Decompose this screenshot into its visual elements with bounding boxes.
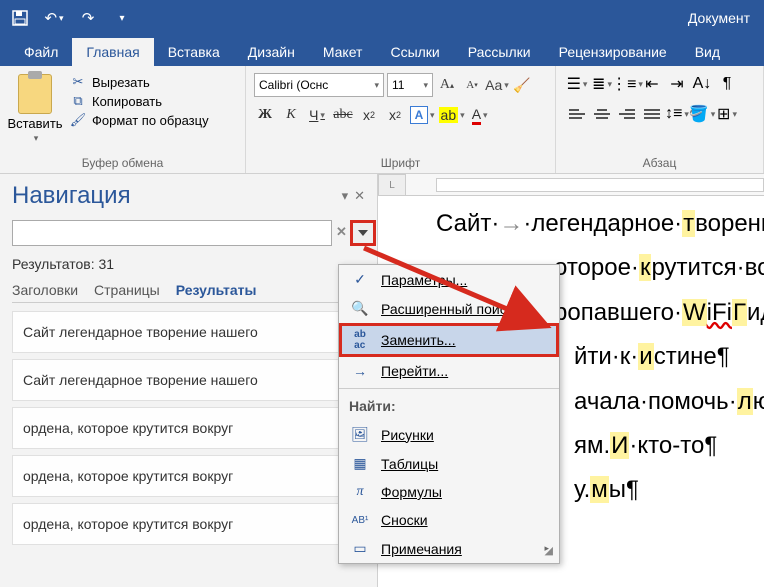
- nav-tab-headings[interactable]: Заголовки: [12, 282, 78, 298]
- search-options-menu: ✓Параметры... 🔍Расширенный поиск... abac…: [338, 264, 560, 564]
- menu-comments[interactable]: ▭Примечания▸: [339, 534, 559, 563]
- search-input[interactable]: [12, 220, 332, 246]
- menu-tables[interactable]: ▦Таблицы: [339, 449, 559, 478]
- sort-button[interactable]: A↓: [691, 73, 713, 95]
- horizontal-ruler[interactable]: [406, 174, 764, 196]
- redo-icon[interactable]: ↷: [76, 6, 100, 30]
- nav-tab-pages[interactable]: Страницы: [94, 282, 160, 298]
- tab-design[interactable]: Дизайн: [234, 38, 309, 66]
- change-case-button[interactable]: Aa▾: [486, 74, 508, 96]
- paste-button[interactable]: Вставить ▾: [6, 70, 64, 154]
- navigation-title: Навигация: [12, 182, 131, 210]
- result-item[interactable]: Сайт легендарное творение нашего: [12, 311, 365, 353]
- clipboard-group-label: Буфер обмена: [6, 154, 239, 173]
- font-name-select[interactable]: Calibri (Оснс▾: [254, 73, 384, 97]
- italic-button[interactable]: К: [280, 103, 302, 127]
- comment-icon: ▭: [349, 540, 371, 557]
- font-group-label: Шрифт: [252, 154, 549, 173]
- qat-customize-icon[interactable]: ▾: [110, 6, 134, 30]
- nav-close-icon[interactable]: ✕: [354, 188, 365, 204]
- document-title: Документ: [134, 10, 756, 26]
- bold-button[interactable]: Ж: [254, 103, 276, 127]
- highlight-button[interactable]: ab▾: [439, 103, 465, 127]
- menu-goto[interactable]: →Перейти...: [339, 357, 559, 385]
- cut-button[interactable]: ✂Вырезать: [70, 74, 209, 90]
- tab-references[interactable]: Ссылки: [376, 38, 453, 66]
- shading-button[interactable]: 🪣▾: [691, 103, 713, 125]
- clipboard-icon: [18, 74, 52, 114]
- ruler-toggle[interactable]: L: [378, 174, 406, 196]
- tab-layout[interactable]: Макет: [309, 38, 377, 66]
- grow-font-button[interactable]: A▴: [436, 74, 458, 96]
- align-left-button[interactable]: [566, 103, 588, 125]
- subscript-button[interactable]: x2: [358, 103, 380, 127]
- menu-find-header: Найти:: [339, 392, 559, 420]
- tab-view[interactable]: Вид: [681, 38, 734, 66]
- clear-formatting-button[interactable]: 🧹: [511, 74, 533, 96]
- justify-button[interactable]: [641, 103, 663, 125]
- search-clear-icon[interactable]: ✕: [336, 224, 347, 240]
- arrow-right-icon: →: [349, 363, 371, 379]
- menu-footnotes[interactable]: AB¹Сноски: [339, 506, 559, 534]
- increase-indent-button[interactable]: ⇥: [666, 73, 688, 95]
- superscript-button[interactable]: x2: [384, 103, 406, 127]
- font-color-button[interactable]: A▾: [469, 103, 491, 127]
- result-item[interactable]: Сайт легендарное творение нашего: [12, 359, 365, 401]
- check-icon: ✓: [349, 271, 371, 288]
- table-icon: ▦: [349, 455, 371, 472]
- scissors-icon: ✂: [70, 74, 86, 90]
- decrease-indent-button[interactable]: ⇤: [641, 73, 663, 95]
- tab-insert[interactable]: Вставка: [154, 38, 234, 66]
- dialog-launcher-icon[interactable]: ◢: [545, 544, 553, 557]
- shrink-font-button[interactable]: A▾: [461, 74, 483, 96]
- borders-button[interactable]: ⊞▾: [716, 103, 738, 125]
- multilevel-button[interactable]: ⋮≡▾: [616, 73, 638, 95]
- align-center-button[interactable]: [591, 103, 613, 125]
- save-icon[interactable]: [8, 6, 32, 30]
- pi-icon: π: [349, 484, 371, 500]
- result-item[interactable]: ордена, которое крутится вокруг: [12, 503, 365, 545]
- nav-dropdown-icon[interactable]: ▾: [342, 188, 349, 204]
- strikethrough-button[interactable]: abc: [332, 103, 354, 127]
- paragraph-group-label: Абзац: [562, 154, 757, 173]
- menu-advanced-find[interactable]: 🔍Расширенный поиск...: [339, 294, 559, 323]
- show-marks-button[interactable]: ¶: [716, 73, 738, 95]
- result-item[interactable]: ордена, которое крутится вокруг: [12, 455, 365, 497]
- tab-review[interactable]: Рецензирование: [545, 38, 681, 66]
- result-item[interactable]: ордена, которое крутится вокруг: [12, 407, 365, 449]
- numbering-button[interactable]: ≣▾: [591, 73, 613, 95]
- undo-icon[interactable]: ↶▾: [42, 6, 66, 30]
- footnote-icon: AB¹: [349, 515, 371, 526]
- search-icon: 🔍: [349, 300, 371, 317]
- underline-button[interactable]: Ч▾: [306, 103, 328, 127]
- brush-icon: 🖌: [70, 112, 86, 128]
- tab-mailings[interactable]: Рассылки: [454, 38, 545, 66]
- font-size-select[interactable]: 11▾: [387, 73, 433, 97]
- replace-icon: abac: [349, 329, 371, 351]
- menu-formulas[interactable]: πФормулы: [339, 478, 559, 506]
- picture-icon: 🖼: [349, 426, 371, 443]
- search-dropdown-button[interactable]: [350, 220, 376, 246]
- line-spacing-button[interactable]: ↕≡▾: [666, 103, 688, 125]
- align-right-button[interactable]: [616, 103, 638, 125]
- menu-pictures[interactable]: 🖼Рисунки: [339, 420, 559, 449]
- paste-label: Вставить: [7, 116, 62, 131]
- results-count: Результатов: 31: [12, 256, 365, 272]
- copy-icon: ⧉: [70, 93, 86, 109]
- bullets-button[interactable]: ☰▾: [566, 73, 588, 95]
- tab-home[interactable]: Главная: [72, 38, 153, 66]
- format-painter-button[interactable]: 🖌Формат по образцу: [70, 112, 209, 128]
- text-effects-button[interactable]: A▾: [410, 103, 435, 127]
- copy-button[interactable]: ⧉Копировать: [70, 93, 209, 109]
- tab-file[interactable]: Файл: [10, 38, 72, 66]
- menu-options[interactable]: ✓Параметры...: [339, 265, 559, 294]
- menu-replace[interactable]: abacЗаменить...: [339, 323, 559, 357]
- nav-tab-results[interactable]: Результаты: [176, 282, 257, 298]
